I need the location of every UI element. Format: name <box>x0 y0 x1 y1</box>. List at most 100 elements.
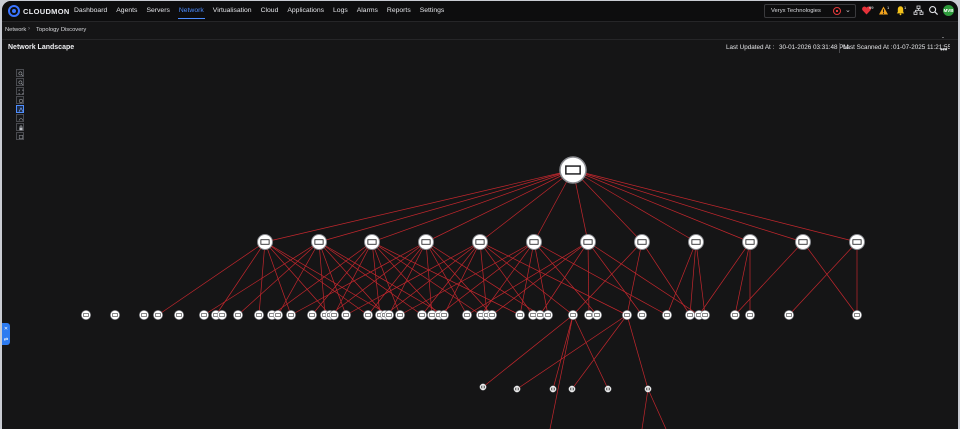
topology-link <box>157 241 266 316</box>
topology-link <box>318 241 445 316</box>
topology-canvas[interactable] <box>2 1 958 429</box>
device-node[interactable] <box>730 310 740 320</box>
topology-link <box>438 241 535 316</box>
device-node[interactable] <box>487 310 497 320</box>
device-node[interactable] <box>174 310 184 320</box>
device-node[interactable] <box>139 310 149 320</box>
topology-link <box>572 314 609 390</box>
topology-link <box>539 241 589 316</box>
device-node[interactable] <box>592 310 602 320</box>
topology-link <box>572 169 858 243</box>
device-node[interactable] <box>515 310 525 320</box>
endpoint-node[interactable] <box>479 383 487 391</box>
topology-link <box>695 241 706 316</box>
topology-link <box>571 314 628 390</box>
device-node[interactable] <box>273 310 283 320</box>
topology-link <box>237 241 320 316</box>
topology-link <box>641 388 649 429</box>
topology-link <box>641 241 691 316</box>
device-node[interactable] <box>700 310 710 320</box>
topology-link <box>734 241 804 316</box>
device-node[interactable] <box>784 310 794 320</box>
topology-link <box>367 241 427 316</box>
topology-link <box>587 241 590 316</box>
topology-link <box>572 241 643 316</box>
topology-link <box>421 241 481 316</box>
device-node[interactable] <box>199 310 209 320</box>
device-node[interactable] <box>462 310 472 320</box>
device-node[interactable] <box>254 310 264 320</box>
topology-link <box>788 241 858 316</box>
topology-link <box>371 241 482 316</box>
switch-node[interactable] <box>364 234 380 250</box>
topology-link <box>666 241 697 316</box>
topology-link <box>626 314 649 390</box>
switch-node[interactable] <box>526 234 542 250</box>
topology-link <box>572 169 751 243</box>
switch-node[interactable] <box>849 234 865 250</box>
app-window: CLOUDMON Dashboard Agents Servers Networ… <box>2 1 958 429</box>
topology-link <box>425 241 541 316</box>
device-node[interactable] <box>307 310 317 320</box>
device-node[interactable] <box>417 310 427 320</box>
root-switch-node[interactable] <box>559 156 587 184</box>
endpoint-node[interactable] <box>513 385 521 393</box>
topology-link <box>466 241 589 316</box>
switch-node[interactable] <box>418 234 434 250</box>
close-icon: ✕ <box>3 325 9 332</box>
endpoint-node[interactable] <box>644 385 652 393</box>
device-node[interactable] <box>286 310 296 320</box>
device-node[interactable] <box>543 310 553 320</box>
device-node[interactable] <box>384 310 394 320</box>
topology-link <box>215 241 266 316</box>
endpoint-node[interactable] <box>568 385 576 393</box>
device-node[interactable] <box>622 310 632 320</box>
topology-link <box>329 241 427 316</box>
device-node[interactable] <box>217 310 227 320</box>
device-node[interactable] <box>439 310 449 320</box>
switch-node[interactable] <box>472 234 488 250</box>
switch-node[interactable] <box>742 234 758 250</box>
topology-link <box>443 241 481 316</box>
device-node[interactable] <box>685 310 695 320</box>
topology-link <box>549 314 574 429</box>
switch-node[interactable] <box>634 234 650 250</box>
topology-link <box>425 241 493 316</box>
topology-link <box>425 169 574 243</box>
switch-node[interactable] <box>311 234 327 250</box>
device-node[interactable] <box>341 310 351 320</box>
device-node[interactable] <box>110 310 120 320</box>
endpoint-node[interactable] <box>604 385 612 393</box>
device-node[interactable] <box>568 310 578 320</box>
device-node[interactable] <box>395 310 405 320</box>
topology-link <box>264 241 369 316</box>
topology-link <box>371 169 574 243</box>
device-node[interactable] <box>233 310 243 320</box>
switch-node[interactable] <box>257 234 273 250</box>
topology-link <box>482 314 574 388</box>
topology-link <box>587 241 643 316</box>
topology-link <box>318 169 574 243</box>
device-node[interactable] <box>329 310 339 320</box>
device-node[interactable] <box>153 310 163 320</box>
device-node[interactable] <box>662 310 672 320</box>
side-panel-toggle[interactable]: ✕ ⇄ <box>2 323 10 345</box>
topology-link <box>516 314 628 390</box>
endpoint-node[interactable] <box>549 385 557 393</box>
expand-icon: ⇄ <box>3 336 9 343</box>
device-node[interactable] <box>745 310 755 320</box>
device-node[interactable] <box>81 310 91 320</box>
device-node[interactable] <box>852 310 862 320</box>
device-node[interactable] <box>363 310 373 320</box>
topology-link <box>533 241 598 316</box>
topology-nodes <box>81 156 865 393</box>
switch-node[interactable] <box>795 234 811 250</box>
topology-link <box>626 241 643 316</box>
switch-node[interactable] <box>688 234 704 250</box>
device-node[interactable] <box>637 310 647 320</box>
switch-node[interactable] <box>580 234 596 250</box>
topology-link <box>203 241 320 316</box>
topology-link <box>533 241 549 316</box>
topology-link <box>689 241 697 316</box>
topology-link <box>271 241 373 316</box>
